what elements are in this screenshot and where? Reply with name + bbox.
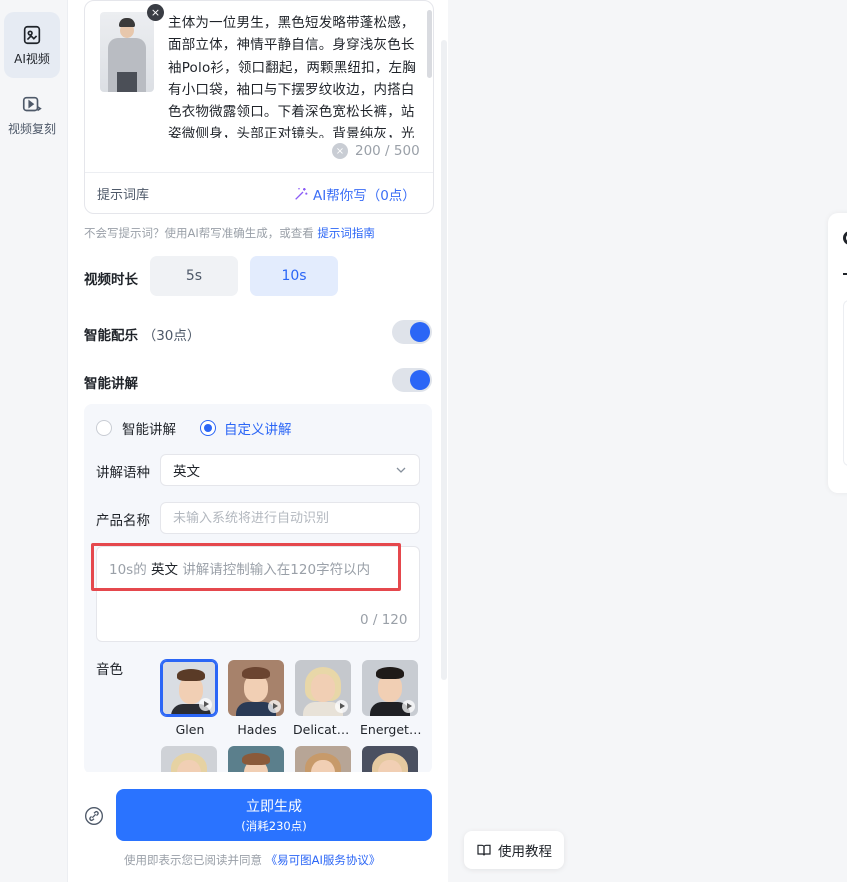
voice-name: Hades [237,722,277,737]
voice-name: Glen [175,722,205,737]
avatar [362,746,418,772]
chevron-down-icon [396,467,406,473]
generate-button[interactable]: 立即生成 (消耗230点) [116,789,432,841]
voice-option[interactable] [161,746,219,772]
voice-option[interactable] [362,746,420,772]
language-label: 讲解语种 [96,465,150,481]
generate-label: 立即生成 [246,799,302,815]
avatar [228,746,284,772]
play-icon[interactable] [402,700,415,713]
panel-scrollbar[interactable] [441,40,447,680]
generate-cost: (消耗230点) [241,819,307,833]
duration-label: 视频时长 [84,272,138,288]
avatar [362,660,418,716]
voice-name: Energeti... [360,722,422,737]
avatar [228,660,284,716]
voice-label: 音色 [96,662,123,678]
ai-write-label: AI帮你写（0点） [313,188,416,204]
preview-card-dash [843,273,847,275]
voice-option[interactable] [295,746,353,772]
voice-option-delicate[interactable]: Delicate... [293,660,355,737]
play-icon[interactable] [335,700,348,713]
duration-10s-button[interactable]: 10s [250,256,338,296]
avatar [161,660,217,716]
radio-icon-selected [200,420,216,436]
prompt-textarea[interactable]: 主体为一位男生，黑色短发略带蓬松感，面部立体，神情平静自信。身穿浅灰色长袖Pol… [168,12,424,138]
prompt-hint: 不会写提示词？使用AI帮写准确生成，或查看 提示词指南 [84,225,375,241]
preview-card-inner [843,300,847,466]
agreement-prefix: 使用即表示您已阅读并同意 [124,853,262,867]
radio-label: 智能讲解 [122,422,176,438]
voice-option-energetic[interactable]: Energeti... [360,660,422,737]
prompt-guide-link[interactable]: 提示词指南 [317,226,375,240]
clear-icon[interactable]: × [332,143,348,159]
ai-video-icon [23,25,41,44]
voice-name: Delicate... [293,722,355,737]
product-name-label: 产品名称 [96,513,150,529]
duration-5s-button[interactable]: 5s [150,256,238,296]
remove-image-icon[interactable]: × [147,4,164,21]
music-label: 智能配乐 （30点） [84,324,200,344]
agreement-text: 使用即表示您已阅读并同意 《易可图AI服务协议》 [124,852,380,868]
prompt-char-count: 200 / 500 [355,143,420,159]
music-toggle[interactable] [392,320,432,344]
narration-toggle[interactable] [392,368,432,392]
ai-write-button[interactable]: AI帮你写（0点） [293,184,416,204]
rail-item-ai-video[interactable]: AI视频 [4,12,60,78]
tutorial-button[interactable]: 使用教程 [464,831,564,869]
avatar [161,746,217,772]
avatar [295,660,351,716]
language-select[interactable]: 英文 [160,454,420,486]
prompt-library-link[interactable]: 提示词库 [97,184,149,203]
play-icon[interactable] [268,700,281,713]
radio-label: 自定义讲解 [224,422,292,438]
tutorial-label: 使用教程 [498,844,552,860]
radio-smart-narration[interactable]: 智能讲解 [96,418,176,438]
radio-custom-narration[interactable]: 自定义讲解 [200,418,292,438]
divider [85,172,433,173]
magic-wand-icon [295,188,308,200]
product-name-input[interactable] [160,502,420,534]
left-rail: AI视频 视频复刻 [0,0,68,882]
rail-item-video-replicate[interactable]: 视频复刻 [4,82,60,148]
language-value: 英文 [173,464,200,480]
link-icon[interactable] [84,806,104,826]
highlight-box [91,543,401,591]
book-icon [477,844,491,856]
rail-item-label: AI视频 [14,51,50,66]
prompt-counter: × 200 / 500 [332,143,420,159]
hint-text: 不会写提示词？使用AI帮写准确生成，或查看 [84,226,314,240]
prompt-scrollbar[interactable] [427,10,432,78]
music-cost: （30点） [142,328,201,344]
video-replicate-icon [22,96,42,111]
voice-option-glen[interactable]: Glen [161,660,219,737]
play-icon[interactable] [199,698,212,711]
music-label-text: 智能配乐 [84,328,138,344]
narration-label: 智能讲解 [84,376,138,392]
narration-char-count: 0 / 120 [360,612,408,628]
panel-fade [84,772,432,780]
rail-item-label: 视频复刻 [7,121,56,136]
avatar [295,746,351,772]
reference-image-thumbnail[interactable] [100,12,154,92]
voice-option[interactable] [228,746,286,772]
voice-option-hades[interactable]: Hades [228,660,286,737]
radio-icon [96,420,112,436]
service-agreement-link[interactable]: 《易可图AI服务协议》 [266,853,381,867]
